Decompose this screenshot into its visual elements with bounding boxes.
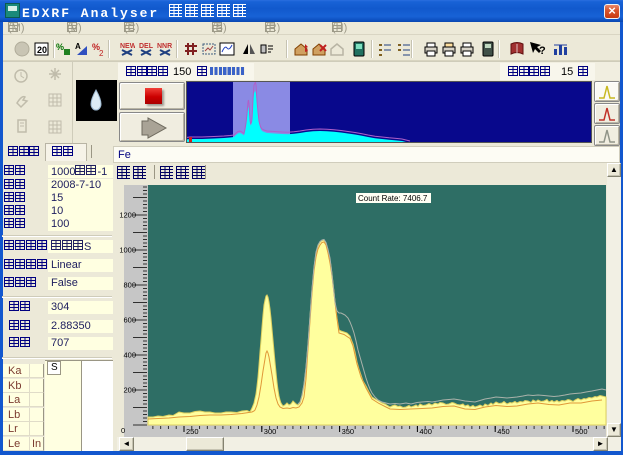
svg-text:400: 400	[419, 427, 432, 436]
svg-text:Count Rate: 7406.7: Count Rate: 7406.7	[358, 194, 428, 203]
svg-text:1200: 1200	[119, 211, 136, 220]
svg-text:600: 600	[123, 316, 136, 325]
svg-text:A: A	[75, 42, 81, 51]
svg-text:500: 500	[575, 427, 588, 436]
svg-text:0: 0	[121, 426, 125, 435]
svg-text:1000: 1000	[119, 246, 136, 255]
svg-text:%: %	[56, 42, 64, 52]
svg-text:DEL: DEL	[139, 43, 154, 50]
svg-text:200: 200	[123, 386, 136, 395]
svg-text:350: 350	[342, 427, 355, 436]
svg-text:250: 250	[186, 427, 199, 436]
svg-text:450: 450	[497, 427, 510, 436]
svg-text:800: 800	[123, 281, 136, 290]
svg-text:2: 2	[99, 49, 104, 57]
svg-text:NEW: NEW	[120, 43, 135, 50]
svg-text:20: 20	[37, 45, 47, 55]
svg-text:300: 300	[264, 427, 277, 436]
svg-text:NNR: NNR	[157, 43, 172, 50]
svg-text:?: ?	[539, 45, 546, 57]
svg-text:400: 400	[123, 351, 136, 360]
